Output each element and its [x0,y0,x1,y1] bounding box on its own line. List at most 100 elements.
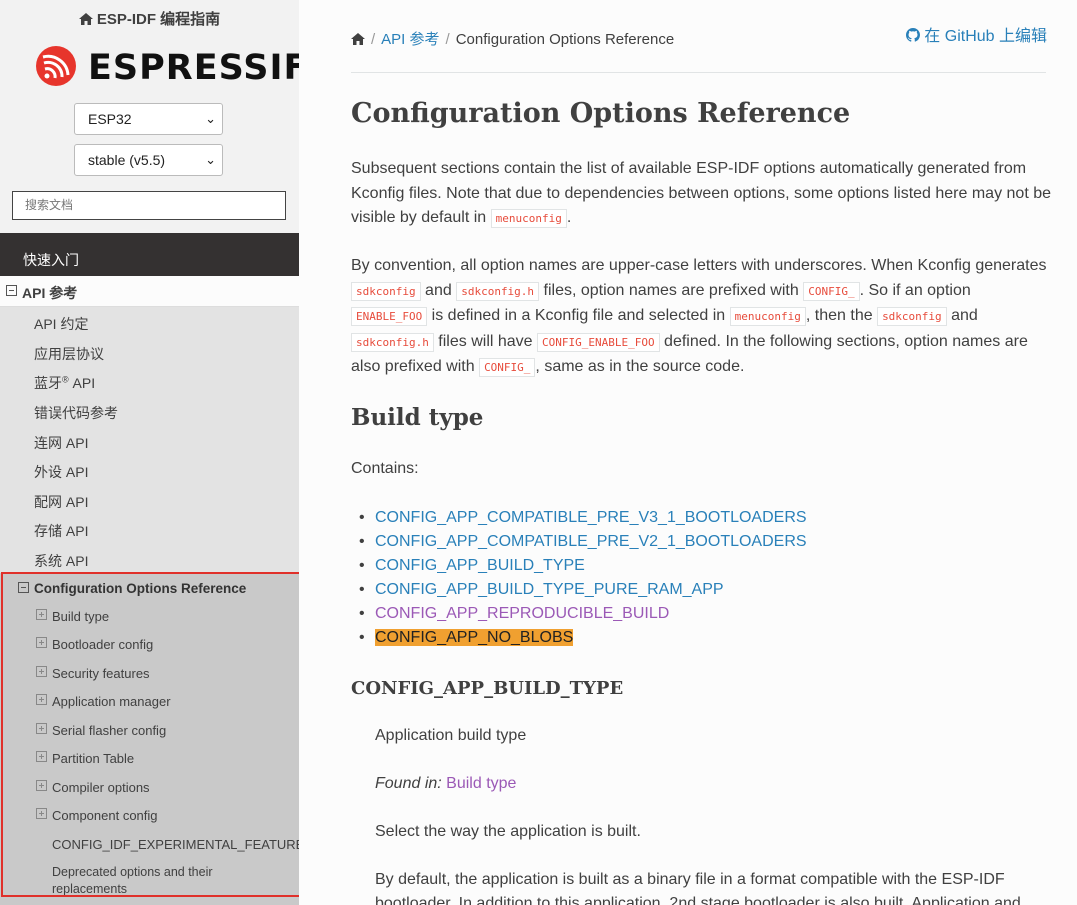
github-icon [905,28,920,42]
expand-icon[interactable] [36,666,47,677]
nav-item-label: Component config [52,808,158,823]
bluetooth-suffix: API [72,375,96,391]
nav-item-label: Compiler options [52,780,150,795]
nav-app-protocols[interactable]: 应用层协议 [0,337,299,367]
option-link[interactable]: CONFIG_APP_BUILD_TYPE [375,557,585,574]
nav-provisioning[interactable]: 配网 API [0,485,299,515]
collapse-icon[interactable] [6,285,17,296]
expand-icon[interactable] [36,609,47,620]
option-link[interactable]: CONFIG_APP_REPRODUCIBLE_BUILD [375,605,669,622]
breadcrumb-api-reference[interactable]: API 参考 [381,31,439,48]
text: . [566,209,572,226]
sidebar: ESP-IDF 编程指南 ESPRESSIF ESP32 ⌄ stable (v… [0,0,299,905]
logo-text: ESPRESSIF [88,48,299,88]
nav-item-label: 蓝牙® API [34,373,95,393]
nav-config-app-manager[interactable]: Application manager [0,687,299,715]
nav-config-security[interactable]: Security features [0,659,299,687]
nav-bluetooth[interactable]: 蓝牙® API [0,366,299,396]
breadcrumb-separator: / [371,31,376,48]
convention-paragraph: By convention, all option names are uppe… [351,254,1051,381]
nav-config-deprecated[interactable]: Deprecated options and their replacement… [0,858,299,898]
nav-peripherals[interactable]: 外设 API [0,455,299,485]
found-in-link[interactable]: Build type [446,775,516,792]
nav-item-label: Build type [52,609,110,624]
inline-code: sdkconfig.h [456,281,540,301]
nav-quick-start[interactable]: 快速入门 [0,233,299,276]
option-link[interactable]: CONFIG_APP_COMPATIBLE_PRE_V3_1_BOOTLOADE… [375,509,807,526]
section-title: Build type [351,404,484,431]
expand-icon[interactable] [36,637,47,648]
search-input[interactable]: 搜索文档 [12,191,286,220]
text: is defined in a Kconfig file and selecte… [427,307,730,324]
nav-config-options-label: Configuration Options Reference [34,581,247,596]
nav-config-build-type[interactable]: Build type [0,602,299,630]
nav-item-label: CONFIG_IDF_EXPERIMENTAL_FEATURES [52,837,299,852]
nav-item-label: Partition Table [52,751,135,766]
nav-config-serial-flasher[interactable]: Serial flasher config [0,716,299,744]
nav-config-bootloader[interactable]: Bootloader config [0,630,299,658]
nav-api-conventions[interactable]: API 约定 [0,307,299,337]
nav-item-label: API 约定 [34,316,89,332]
home-icon[interactable] [351,32,365,49]
nav-item-label: Bootloader config [52,637,154,652]
expand-icon[interactable] [36,780,47,791]
nav-system[interactable]: 系统 API [0,544,299,574]
text: Subsequent sections contain the list of … [351,160,1051,226]
list-item: CONFIG_APP_NO_BLOBS [357,626,807,650]
option-title: CONFIG_APP_BUILD_TYPE [351,678,624,699]
option-help-text-2: By default, the application is built as … [375,871,1021,905]
nav-item-label: Security features [52,666,150,681]
text: , then the [805,307,878,324]
search-placeholder: 搜索文档 [25,198,74,212]
list-item: CONFIG_APP_REPRODUCIBLE_BUILD [357,602,807,626]
option-link[interactable]: CONFIG_APP_COMPATIBLE_PRE_V2_1_BOOTLOADE… [375,533,807,550]
expand-icon[interactable] [36,751,47,762]
text: , same as in the source code. [535,358,745,375]
expand-icon[interactable] [36,694,47,705]
intro-paragraph: Subsequent sections contain the list of … [351,157,1051,232]
found-in-label: Found in: [375,775,442,792]
breadcrumb-current: Configuration Options Reference [455,31,675,48]
sidebar-header: ESP-IDF 编程指南 ESPRESSIF ESP32 ⌄ stable (v… [0,0,299,233]
nav-api-reference-label: API 参考 [22,285,78,301]
text: By convention, all option names are uppe… [351,257,1047,274]
nav-config-experimental[interactable]: CONFIG_IDF_EXPERIMENTAL_FEATURES [0,830,299,858]
home-icon [78,12,93,29]
nav-config-options-reference[interactable]: Configuration Options Reference [0,573,299,603]
nav-api-reference[interactable]: API 参考 [0,276,299,307]
expand-icon[interactable] [36,723,47,734]
option-link[interactable]: CONFIG_APP_BUILD_TYPE_PURE_RAM_APP [375,581,724,598]
nav-item-label: 应用层协议 [34,346,104,362]
registered-mark: ® [62,374,69,385]
version-select[interactable]: stable (v5.5) ⌄ [74,144,223,176]
option-description: Application build type [375,727,527,744]
espressif-logo[interactable]: ESPRESSIF [34,44,299,92]
inline-code: sdkconfig [351,281,421,301]
text: files, option names are prefixed with [539,281,804,299]
target-select-value: ESP32 [88,111,132,127]
bluetooth-label: 蓝牙 [34,375,62,391]
nav-storage[interactable]: 存储 API [0,514,299,544]
expand-icon[interactable] [36,808,47,819]
page-title: Configuration Options Reference [351,98,851,129]
edit-on-github-link[interactable]: 在 GitHub 上编辑 [905,22,1047,46]
home-link[interactable]: ESP-IDF 编程指南 [0,8,299,29]
nav-item-label: 连网 API [34,435,89,451]
target-select[interactable]: ESP32 ⌄ [74,103,223,135]
text: files will have [433,332,538,350]
nav-config-component[interactable]: Component config [0,801,299,829]
nav-networking[interactable]: 连网 API [0,426,299,456]
nav-item-label: Application manager [52,694,171,709]
breadcrumb: / API 参考 / Configuration Options Reference [351,28,674,49]
collapse-icon[interactable] [18,582,29,593]
option-link-highlighted[interactable]: CONFIG_APP_NO_BLOBS [375,629,574,646]
text: . So if an option [859,281,971,299]
nav-config-partition-table[interactable]: Partition Table [0,744,299,772]
nav-item-label: 配网 API [34,494,89,510]
version-select-value: stable (v5.5) [88,152,166,168]
nav-config-compiler[interactable]: Compiler options [0,773,299,801]
nav-error-codes[interactable]: 错误代码参考 [0,396,299,426]
breadcrumb-separator: / [445,31,450,48]
option-list: CONFIG_APP_COMPATIBLE_PRE_V3_1_BOOTLOADE… [357,506,807,650]
nav-config-options-section: Configuration Options Reference Build ty… [0,573,299,905]
